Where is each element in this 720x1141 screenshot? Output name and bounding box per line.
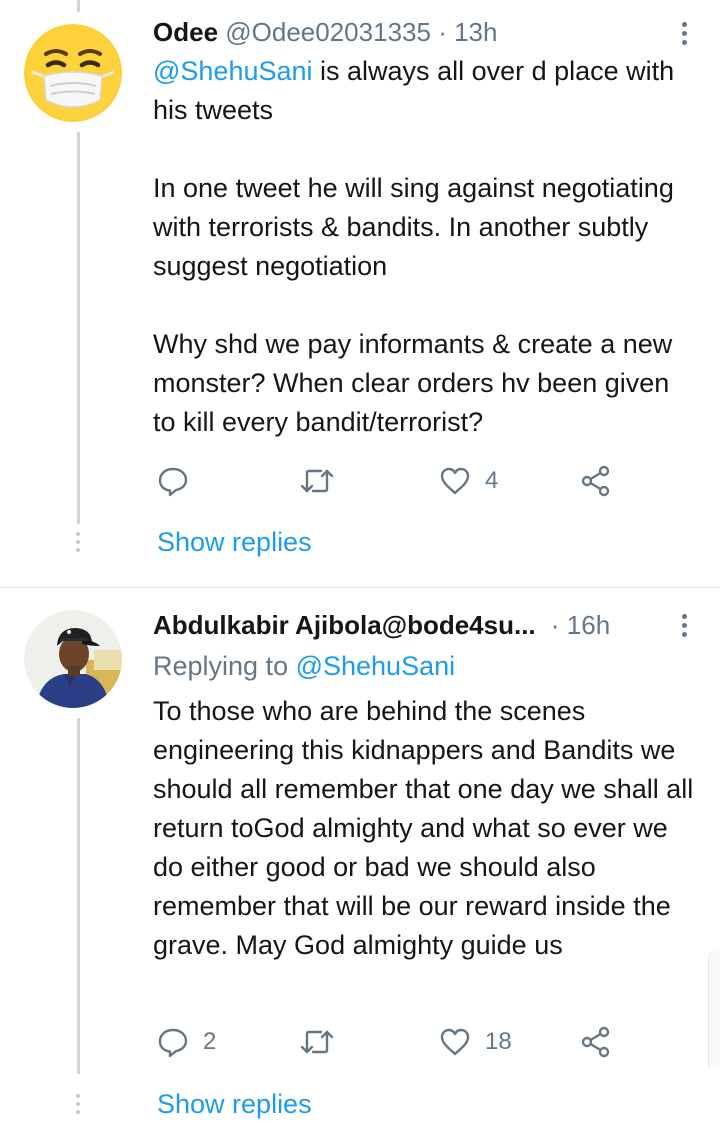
tweet-actions: 4 [153,461,623,501]
retweet-button[interactable] [299,461,335,501]
thread-continuation-dots [73,1094,83,1118]
separator: · [550,610,560,640]
tweet-abdulkabir[interactable]: Abdulkabir Ajibola@bode4su... · 16h Repl… [0,588,720,1141]
share-icon [581,1026,610,1058]
like-count: 4 [485,467,499,494]
replying-to: Replying to @ShehuSani [153,647,455,686]
heart-icon [440,467,470,495]
separator: · [438,17,447,47]
tweet-odee[interactable]: Odee @Odee02031335 · 13h @ShehuSani is a… [0,0,720,587]
avatar[interactable] [24,24,122,122]
more-vertical-icon[interactable] [680,22,688,49]
reply-icon [158,467,188,497]
share-icon [581,465,610,497]
face-with-mask-icon [24,24,122,122]
like-count: 18 [485,1028,512,1055]
display-name[interactable]: Abdulkabir Ajibola [153,610,382,640]
reply-count: 2 [203,1028,217,1055]
thread-continuation-dots [73,532,83,556]
reply-icon [158,1028,188,1058]
profile-photo-icon [24,610,122,708]
more-vertical-icon[interactable] [680,614,688,641]
avatar[interactable] [24,610,122,708]
timestamp[interactable]: 16h [567,610,610,640]
retweet-button[interactable] [299,1022,335,1062]
share-button[interactable] [580,1022,612,1062]
show-replies-link[interactable]: Show replies [157,1087,312,1121]
tweet-header: Abdulkabir Ajibola@bode4su... · 16h [153,609,610,641]
thread-line [77,718,80,1074]
user-handle[interactable]: @Odee02031335 [225,17,431,47]
tweet-header: Odee @Odee02031335 · 13h [153,16,497,48]
scrollbar-edge[interactable] [708,948,720,1068]
display-name[interactable]: Odee [153,17,218,47]
thread-line-top [77,0,80,12]
share-button[interactable] [580,461,612,501]
heart-icon [440,1028,470,1056]
tweet-text-content: is always all over d place with his twee… [153,56,675,437]
tweet-text: To those who are behind the scenes engin… [153,696,701,960]
user-handle[interactable]: @bode4su... [382,610,536,640]
like-button[interactable]: 18 [439,1022,512,1062]
mention-link[interactable]: @ShehuSani [153,56,313,86]
mention-link[interactable]: @ShehuSani [296,651,456,681]
retweet-icon [300,1030,334,1054]
like-button[interactable]: 4 [439,461,498,501]
replying-prefix: Replying to [153,651,296,681]
thread-line [77,132,80,524]
tweet-actions: 2 18 [153,1022,623,1062]
timestamp[interactable]: 13h [454,17,497,47]
show-replies-link[interactable]: Show replies [157,525,312,559]
reply-button[interactable]: 2 [157,1022,216,1062]
reply-button[interactable] [157,461,203,501]
tweet-text: @ShehuSani is always all over d place wi… [153,52,698,442]
retweet-icon [300,469,334,493]
